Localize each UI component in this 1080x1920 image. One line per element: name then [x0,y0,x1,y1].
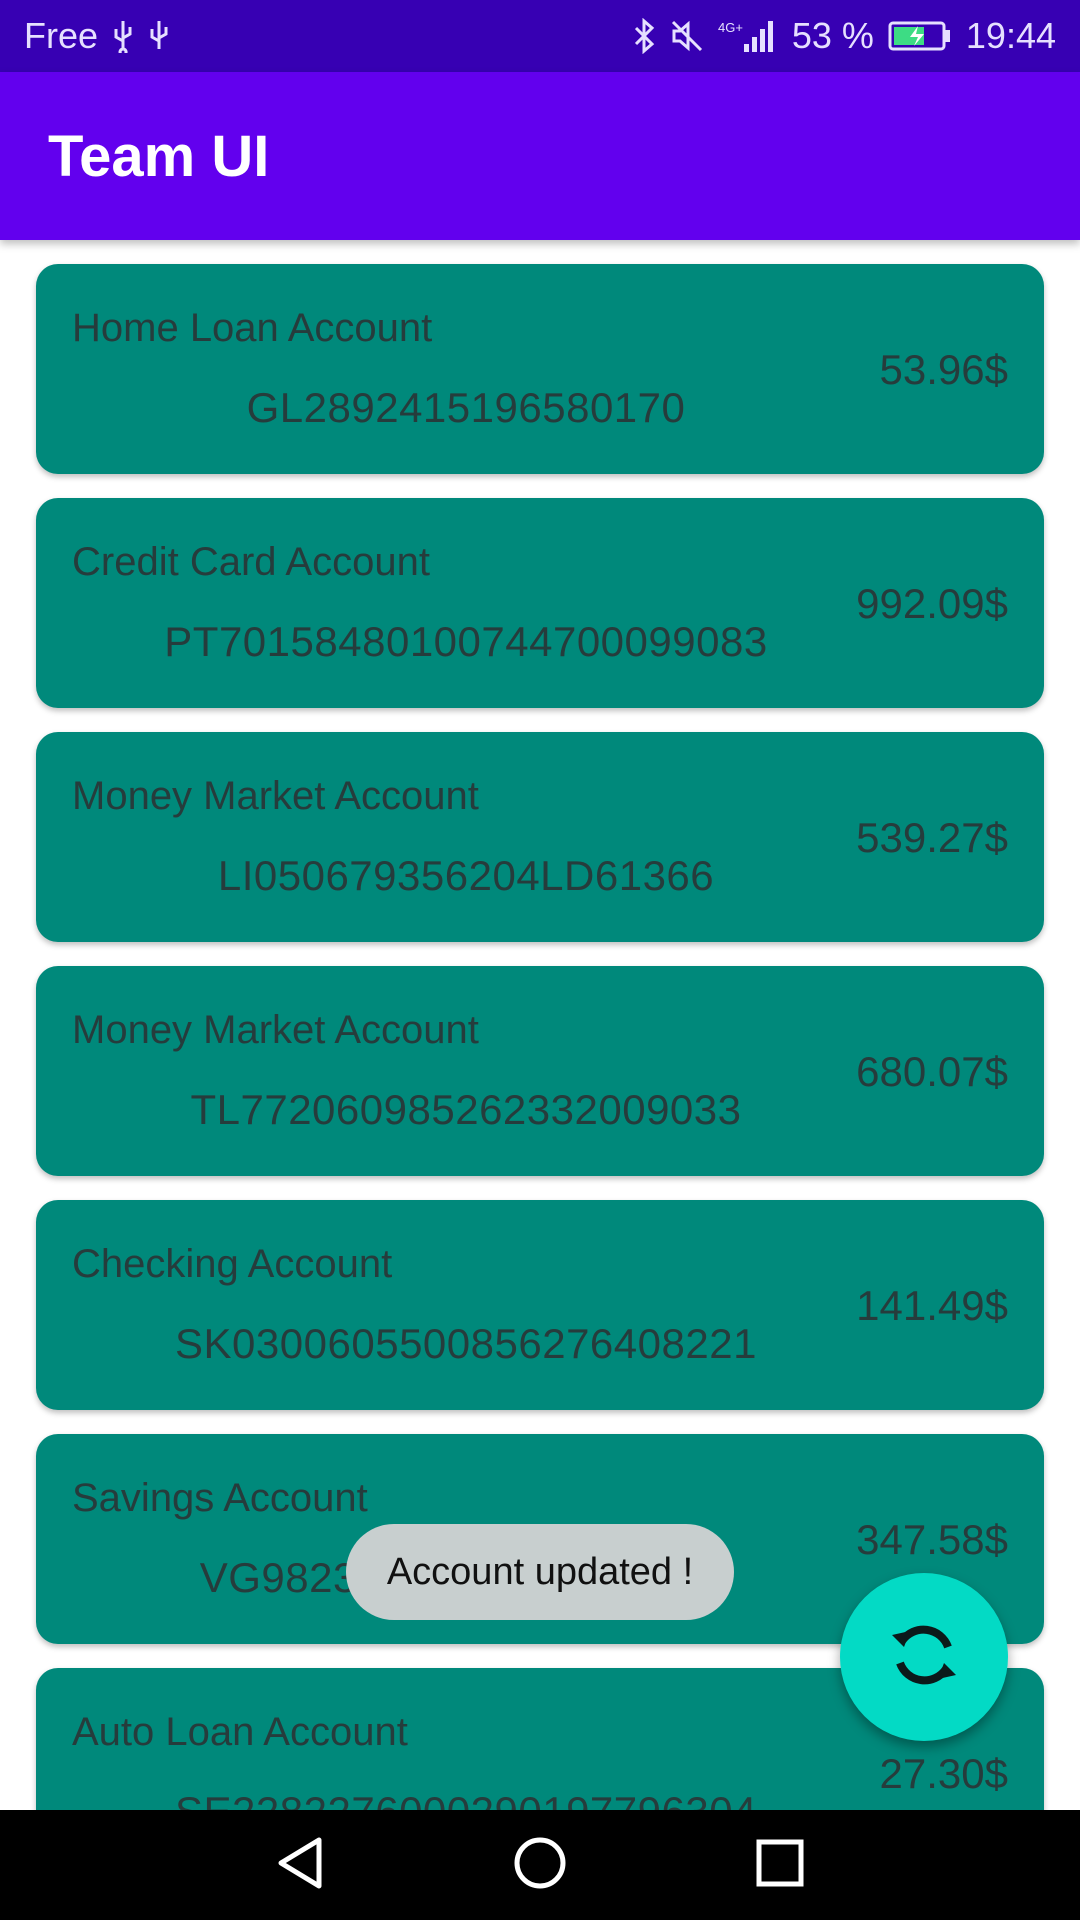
account-type: Money Market Account [72,774,479,818]
toast-message: Account updated ! [346,1524,734,1620]
account-amount: 141.49$ [856,1282,1008,1329]
carrier-label: Free [24,15,99,56]
usb-icon [148,19,170,53]
account-iban: TL772060985262332009033 [190,1086,742,1133]
clock: 19:44 [965,15,1056,56]
account-card[interactable]: Credit Card Account PT7015848010074470009… [36,498,1044,708]
navigation-bar [0,1810,1080,1920]
svg-text:4G+: 4G+ [718,20,743,35]
account-amount: 680.07$ [856,1048,1008,1095]
account-iban: SE2282276000290197796304 [36,1788,896,1810]
battery-percent: 53 % [791,15,874,56]
account-type: Credit Card Account [72,540,430,584]
account-card[interactable]: Money Market Account LI050679356204LD6136… [36,732,1044,942]
account-amount: 539.27$ [856,814,1008,861]
status-bar: Free 4G+ 53 % 19:44 [0,0,1080,72]
account-type: Savings Account [72,1476,368,1520]
home-icon [513,1836,567,1895]
status-bar-right: 4G+ 53 % 19:44 [632,15,1056,57]
refresh-icon [886,1617,962,1698]
account-card[interactable]: Home Loan Account GL2892415196580170 53.96… [36,264,1044,474]
account-iban: SK0300605500856276408221 [175,1320,757,1367]
account-type: Money Market Account [72,1008,479,1052]
usb-icon [112,19,134,53]
home-button[interactable] [500,1825,580,1905]
refresh-button[interactable] [840,1573,1008,1741]
account-amount: 347.58$ [856,1516,1008,1563]
recents-icon [756,1839,804,1892]
account-amount: 53.96$ [879,346,1008,393]
status-bar-left: Free [24,15,170,57]
account-type: Checking Account [72,1242,393,1286]
account-iban: GL2892415196580170 [246,384,686,431]
account-card[interactable]: Money Market Account TL772060985262332009… [36,966,1044,1176]
toast-text: Account updated ! [386,1550,694,1593]
account-iban: LI050679356204LD61366 [217,852,715,899]
mute-icon [670,19,704,53]
back-button[interactable] [260,1825,340,1905]
account-amount: 27.30$ [879,1750,1008,1797]
back-icon [275,1836,325,1895]
account-type: Home Loan Account [72,306,433,350]
signal-4g-icon: 4G+ [718,18,778,54]
bluetooth-icon [632,18,656,54]
page-title: Team UI [48,123,270,189]
account-card[interactable]: Checking Account SK0300605500856276408221… [36,1200,1044,1410]
app-bar: Team UI [0,72,1080,240]
battery-charging-icon [888,21,952,51]
account-type: Auto Loan Account [72,1710,408,1754]
recents-button[interactable] [740,1825,820,1905]
account-amount: 992.09$ [856,580,1008,627]
account-iban: PT70158480100744700099083 [164,618,768,665]
